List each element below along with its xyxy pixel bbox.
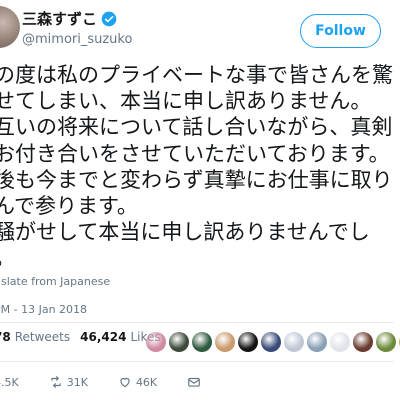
message-action[interactable] bbox=[187, 375, 201, 389]
heart-icon bbox=[120, 377, 130, 388]
liker-avatar[interactable] bbox=[146, 332, 166, 352]
tweet-text: の度は私のプライベートな事で皆さんを驚 せてしまい、本当に申し訳ありません。 互… bbox=[0, 62, 393, 272]
tweet-timestamp[interactable]: PM - 13 Jan 2018 bbox=[0, 303, 87, 316]
liker-avatar[interactable] bbox=[215, 332, 235, 352]
liker-avatars bbox=[146, 332, 400, 352]
follow-button[interactable]: Follow bbox=[300, 14, 381, 48]
tweet-text-line: せてしまい、本当に申し訳ありません。 bbox=[0, 89, 372, 114]
user-handle[interactable]: @mimori_suzuko bbox=[22, 32, 132, 47]
user-names: 三森すずこ @mimori_suzuko bbox=[22, 8, 132, 47]
translate-link[interactable]: nslate from Japanese bbox=[0, 275, 110, 288]
reply-action[interactable]: 4.5K bbox=[0, 376, 19, 389]
tweet-text-line: 。 bbox=[0, 245, 393, 271]
tweet-actions: 4.5K 31K 46K bbox=[0, 375, 231, 389]
likes-count: 46,424 bbox=[80, 330, 127, 344]
liker-avatar[interactable] bbox=[330, 332, 350, 352]
avatar[interactable] bbox=[0, 6, 20, 48]
tweet-card: 三森すずこ @mimori_suzuko Follow の度は私のプライベートな… bbox=[0, 0, 400, 400]
display-name-row[interactable]: 三森すずこ bbox=[22, 8, 132, 29]
reply-count: 4.5K bbox=[0, 375, 19, 389]
like-action[interactable]: 46K bbox=[118, 375, 157, 389]
liker-avatar[interactable] bbox=[353, 332, 373, 352]
liker-avatar[interactable] bbox=[238, 332, 258, 352]
divider bbox=[0, 361, 394, 362]
retweet-count: 31K bbox=[66, 375, 88, 389]
tweet-text-line: 互いの将来について話し合いながら、真剣 bbox=[0, 115, 393, 140]
retweets-stat[interactable]: 78Retweets bbox=[0, 330, 70, 344]
retweet-icon bbox=[51, 376, 61, 388]
retweets-label: Retweets bbox=[14, 330, 71, 344]
like-count: 46K bbox=[135, 375, 158, 389]
liker-avatar[interactable] bbox=[169, 332, 189, 352]
liker-avatar[interactable] bbox=[376, 332, 396, 352]
follow-button-label: Follow bbox=[315, 23, 366, 39]
tweet-text-line: の度は私のプライベートな事で皆さんを驚 bbox=[0, 63, 393, 87]
tweet-text-line: んで参ります。 bbox=[0, 194, 138, 219]
retweets-count: 78 bbox=[0, 330, 11, 344]
retweet-action[interactable]: 31K bbox=[49, 375, 88, 389]
divider bbox=[0, 322, 394, 323]
liker-avatar[interactable] bbox=[261, 332, 281, 352]
liker-avatar[interactable] bbox=[307, 332, 327, 352]
liker-avatar[interactable] bbox=[284, 332, 304, 352]
direct-message-icon bbox=[188, 377, 200, 387]
tweet-text-line: お付き合いをさせていただいております。 bbox=[0, 141, 390, 166]
display-name[interactable]: 三森すずこ bbox=[22, 8, 97, 29]
tweet-text-line: 騒がせして本当に申し訳ありませんでし bbox=[0, 220, 370, 245]
tweet-text-line: 後も今までと変わらず真摯にお仕事に取り bbox=[0, 167, 393, 192]
verified-badge-icon bbox=[101, 11, 117, 27]
liker-avatar[interactable] bbox=[192, 332, 212, 352]
